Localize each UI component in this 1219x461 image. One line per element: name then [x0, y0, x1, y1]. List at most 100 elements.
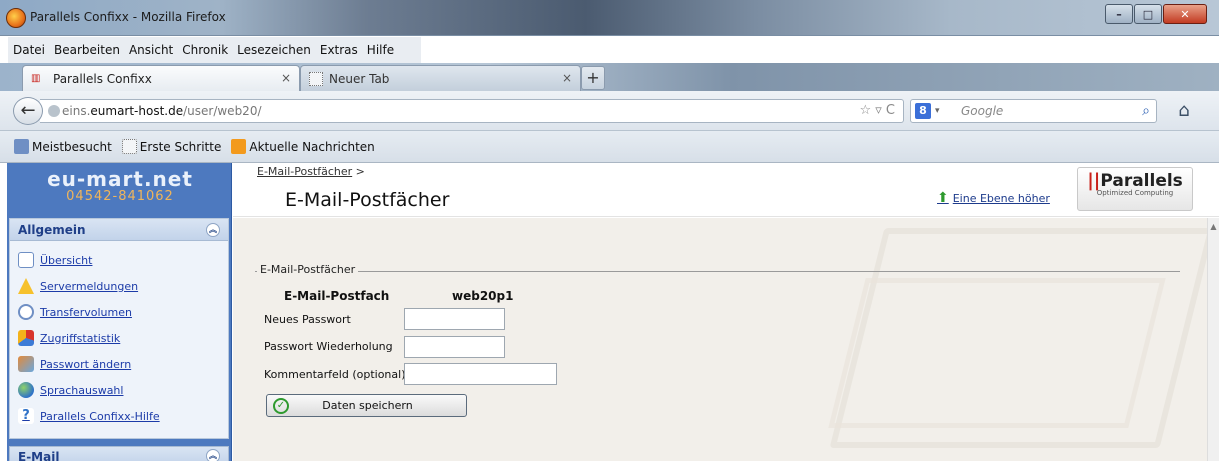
breadcrumb-separator: > [355, 165, 365, 178]
page-title: E-Mail-Postfächer [285, 189, 450, 211]
url-prefix: eins. [62, 104, 91, 118]
url-actions: ☆ ▿ C [859, 100, 895, 122]
up-one-level-link[interactable]: ⬆ Eine Ebene höher [937, 190, 1050, 206]
reload-icon[interactable]: C [886, 103, 895, 118]
nav-item-uebersicht[interactable]: Übersicht [18, 247, 228, 273]
nav-list: Übersicht Servermeldungen Transfervolume… [10, 241, 228, 429]
nav-item-zugriffstatistik[interactable]: Zugriffstatistik [18, 325, 228, 351]
menu-datei[interactable]: Datei [12, 41, 46, 59]
firefox-icon [6, 8, 26, 28]
confixx-favicon-icon: ▥ [31, 72, 41, 84]
save-button-label: Daten speichern [322, 399, 413, 412]
bookmark-star-icon[interactable]: ☆ [859, 103, 871, 118]
bookmark-meistbesucht[interactable]: Meistbesucht [14, 139, 112, 154]
menu-bar: Datei Bearbeiten Ansicht Chronik Lesezei… [8, 37, 421, 63]
logo-word: Parallels [1100, 171, 1183, 191]
menu-ansicht[interactable]: Ansicht [128, 41, 174, 59]
home-button[interactable]: ⌂ [1170, 98, 1198, 124]
scroll-up-icon[interactable]: ▲ [1208, 222, 1219, 231]
tab-neuer-tab[interactable]: Neuer Tab × [300, 65, 581, 91]
web-page: eu-mart.net 04542-841062 Allgemein ︽ Übe… [0, 163, 1219, 461]
tab-label: Parallels Confixx [53, 71, 152, 86]
nav-item-passwort-aendern[interactable]: Passwort ändern [18, 351, 228, 377]
transfer-icon [18, 304, 34, 320]
up-arrow-icon: ⬆ [937, 190, 949, 206]
background-watermark [828, 278, 1166, 428]
close-window-button[interactable]: ✕ [1163, 4, 1207, 24]
tab-strip: ▥ Parallels Confixx × Neuer Tab × + [0, 63, 1219, 91]
window-title: Parallels Confixx - Mozilla Firefox [30, 10, 226, 24]
rss-feed-icon [231, 139, 247, 154]
main-content: E-Mail-Postfächer > E-Mail-Postfächer ⬆ … [233, 163, 1219, 461]
sidebar: eu-mart.net 04542-841062 Allgemein ︽ Übe… [7, 163, 232, 461]
parallels-bars-icon: || [1087, 170, 1101, 191]
collapse-icon[interactable]: ︽ [206, 223, 220, 237]
tab-label: Neuer Tab [329, 71, 390, 86]
logo-phone: 04542-841062 [66, 189, 174, 204]
password-repeat-label: Passwort Wiederholung [264, 340, 393, 353]
menu-lesezeichen[interactable]: Lesezeichen [236, 41, 312, 59]
search-engine-dropdown-icon[interactable]: ▾ [935, 100, 940, 122]
google-icon[interactable]: 8 [915, 103, 931, 119]
window-titlebar: Parallels Confixx - Mozilla Firefox – □ … [0, 0, 1219, 36]
statistics-icon [18, 330, 34, 346]
new-tab-button[interactable]: + [581, 66, 605, 90]
dropdown-icon[interactable]: ▿ [875, 103, 882, 118]
search-icon[interactable]: ⌕ [1142, 100, 1150, 122]
nav-item-transfervolumen[interactable]: Transfervolumen [18, 299, 228, 325]
home-icon: ⌂ [1178, 100, 1190, 121]
logo-brand: eu-mart.net [47, 167, 193, 191]
window-controls: – □ ✕ [1105, 4, 1207, 24]
maximize-button[interactable]: □ [1134, 4, 1162, 24]
breadcrumb: E-Mail-Postfächer > [257, 165, 365, 178]
menu-chronik[interactable]: Chronik [181, 41, 229, 59]
password-repeat-input[interactable] [404, 336, 505, 358]
tab-parallels-confixx[interactable]: ▥ Parallels Confixx × [22, 65, 300, 91]
collapse-icon[interactable]: ︽ [206, 449, 220, 461]
search-bar[interactable]: 8 ▾ Google ⌕ [910, 99, 1157, 123]
menu-extras[interactable]: Extras [319, 41, 359, 59]
content-header: E-Mail-Postfächer > E-Mail-Postfächer ⬆ … [233, 163, 1219, 217]
minimize-button[interactable]: – [1105, 4, 1133, 24]
content-body: E-Mail-Postfächer E-Mail-Postfach web20p… [233, 218, 1215, 461]
menu-bearbeiten[interactable]: Bearbeiten [53, 41, 121, 59]
warning-icon [18, 278, 34, 294]
nav-section-header[interactable]: Allgemein ︽ [10, 219, 228, 241]
tab-close-icon[interactable]: × [562, 71, 572, 85]
bookmark-aktuelle-nachrichten[interactable]: Aktuelle Nachrichten [231, 139, 375, 154]
breadcrumb-link[interactable]: E-Mail-Postfächer [257, 165, 352, 178]
fieldset-legend: E-Mail-Postfächer [257, 263, 359, 276]
eumart-logo[interactable]: eu-mart.net 04542-841062 [15, 167, 225, 204]
url-path: /user/web20/ [183, 104, 262, 118]
save-button[interactable]: ✓ Daten speichern [266, 394, 467, 417]
checkmark-icon: ✓ [273, 397, 289, 414]
site-identity-icon[interactable] [48, 105, 60, 117]
back-button[interactable]: ← [13, 97, 43, 125]
mailbox-value: web20p1 [452, 289, 514, 303]
mailbox-fieldset [255, 271, 1180, 272]
parallels-logo[interactable]: ||Parallels Optimized Computing [1077, 167, 1193, 211]
nav-item-confixx-hilfe[interactable]: ? Parallels Confixx-Hilfe [18, 403, 228, 429]
bookmarks-bar: Meistbesucht Erste Schritte Aktuelle Nac… [0, 131, 1219, 163]
navigation-bar: eins.eumart-host.de/user/web20/ ☆ ▿ C ← … [0, 91, 1219, 131]
bookmark-erste-schritte[interactable]: Erste Schritte [121, 139, 221, 154]
blank-page-icon [121, 139, 137, 154]
globe-icon [18, 382, 34, 398]
nav-item-sprachauswahl[interactable]: Sprachauswahl [18, 377, 228, 403]
vertical-scrollbar[interactable]: ▲ [1207, 218, 1219, 461]
nav-section-email[interactable]: E-Mail ︽ [9, 446, 229, 461]
comment-input[interactable] [404, 363, 557, 385]
url-host: eumart-host.de [90, 104, 184, 118]
search-placeholder: Google [961, 104, 1004, 118]
new-password-label: Neues Passwort [264, 313, 351, 326]
nav-item-servermeldungen[interactable]: Servermeldungen [18, 273, 228, 299]
most-visited-icon [14, 139, 29, 154]
password-icon [18, 356, 34, 372]
help-icon: ? [18, 408, 34, 424]
address-bar[interactable]: eins.eumart-host.de/user/web20/ ☆ ▿ C [40, 99, 904, 123]
menu-hilfe[interactable]: Hilfe [366, 41, 395, 59]
mailbox-label: E-Mail-Postfach [284, 289, 390, 303]
tab-close-icon[interactable]: × [281, 71, 291, 85]
document-icon [18, 252, 34, 268]
new-password-input[interactable] [404, 308, 505, 330]
